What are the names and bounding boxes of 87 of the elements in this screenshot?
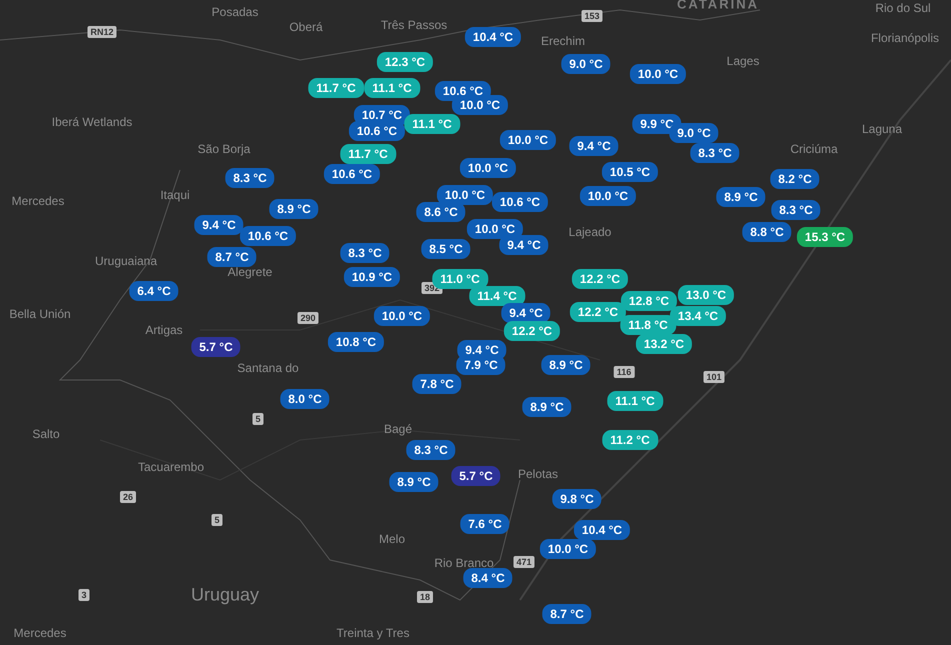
- place-label: Criciúma: [790, 142, 838, 156]
- temperature-marker[interactable]: 10.6 °C: [324, 164, 380, 184]
- place-label: Oberá: [289, 20, 323, 34]
- temperature-marker[interactable]: 8.3 °C: [340, 243, 390, 263]
- temperature-marker[interactable]: 8.9 °C: [389, 472, 439, 492]
- temperature-marker[interactable]: 8.9 °C: [522, 397, 572, 417]
- temperature-marker[interactable]: 8.0 °C: [280, 389, 330, 409]
- temperature-marker[interactable]: 10.9 °C: [344, 267, 400, 287]
- place-label: Mercedes: [12, 194, 64, 208]
- road-shield: RN12: [88, 26, 116, 38]
- temperature-marker[interactable]: 10.0 °C: [436, 185, 494, 205]
- place-label: Itaqui: [160, 188, 190, 202]
- temperature-marker[interactable]: 8.9 °C: [541, 355, 591, 375]
- place-label: Alegrete: [228, 265, 272, 279]
- temperature-marker[interactable]: 8.2 °C: [770, 169, 820, 189]
- temperature-marker[interactable]: 8.3 °C: [771, 200, 821, 220]
- road-shield: 101: [703, 371, 725, 383]
- place-label: Treinta y Tres: [336, 626, 410, 640]
- temperature-marker[interactable]: 7.8 °C: [412, 374, 462, 394]
- place-label: São Borja: [198, 142, 250, 156]
- temperature-marker[interactable]: 10.0 °C: [540, 539, 596, 559]
- road-shield: 290: [297, 312, 319, 324]
- temperature-marker[interactable]: 5.7 °C: [191, 337, 241, 357]
- road-shield: 5: [252, 413, 264, 425]
- temperature-marker[interactable]: 10.4 °C: [464, 27, 522, 47]
- country-label: Uruguay: [190, 584, 260, 606]
- temperature-marker[interactable]: 8.8 °C: [742, 222, 792, 242]
- place-label: Uruguaiana: [94, 254, 158, 268]
- place-label: Bagé: [384, 422, 412, 436]
- place-label: Lajeado: [568, 225, 612, 239]
- place-label: Artigas: [145, 323, 183, 337]
- temperature-marker[interactable]: 9.8 °C: [552, 489, 602, 509]
- road-shield: 5: [212, 514, 222, 526]
- temperature-marker[interactable]: 10.6 °C: [240, 226, 296, 246]
- road-shield: 18: [417, 591, 433, 603]
- temperature-marker[interactable]: 8.3 °C: [406, 440, 456, 460]
- temperature-marker[interactable]: 10.0 °C: [460, 158, 516, 178]
- temperature-marker[interactable]: 10.0 °C: [580, 186, 636, 206]
- road-shield: 116: [614, 366, 634, 378]
- temperature-marker[interactable]: 8.7 °C: [542, 604, 592, 624]
- temperature-marker[interactable]: 8.3 °C: [690, 143, 740, 163]
- place-label: Bella Unión: [9, 307, 71, 321]
- temperature-marker[interactable]: 10.0 °C: [452, 95, 508, 115]
- temperature-marker[interactable]: 5.7 °C: [451, 466, 501, 486]
- temperature-marker[interactable]: 6.4 °C: [129, 281, 179, 301]
- place-label: Pelotas: [518, 467, 558, 481]
- place-label: Tacuarembo: [138, 460, 204, 474]
- temperature-marker[interactable]: 9.4 °C: [569, 136, 619, 156]
- road-shield: 26: [120, 491, 136, 503]
- place-label: Mercedes: [14, 626, 66, 640]
- temperature-marker[interactable]: 10.0 °C: [630, 64, 686, 84]
- place-label: Lages: [726, 54, 760, 68]
- temperature-marker[interactable]: 9.4 °C: [501, 303, 551, 323]
- temperature-marker[interactable]: 10.8 °C: [328, 332, 384, 352]
- place-label: Rio do Sul: [875, 1, 931, 15]
- road-shield: 3: [78, 589, 90, 601]
- road-shield: 471: [513, 556, 535, 568]
- place-label: Iberá Wetlands: [52, 115, 132, 129]
- place-label: Florianópolis: [870, 31, 940, 45]
- temperature-marker[interactable]: 10.6 °C: [492, 192, 548, 212]
- temperature-marker[interactable]: 10.6 °C: [348, 121, 406, 141]
- road-shield: 153: [581, 10, 603, 22]
- place-label: Melo: [379, 532, 405, 546]
- temperature-marker[interactable]: 8.9 °C: [269, 199, 319, 219]
- place-label: Santana do: [237, 361, 299, 375]
- temperature-marker[interactable]: 8.9 °C: [716, 187, 766, 207]
- temperature-marker[interactable]: 9.4 °C: [499, 235, 549, 255]
- temperature-marker[interactable]: 10.0 °C: [466, 219, 524, 239]
- temperature-marker[interactable]: 10.0 °C: [374, 306, 430, 326]
- temperature-marker[interactable]: 8.5 °C: [421, 239, 471, 259]
- temperature-marker[interactable]: 10.0 °C: [500, 130, 556, 150]
- place-label: Rio Branco: [434, 556, 494, 570]
- place-label: Salto: [32, 427, 60, 441]
- place-label: Três Passos: [380, 18, 448, 32]
- place-label: Laguna: [862, 122, 902, 136]
- temperature-marker[interactable]: 9.0 °C: [561, 54, 611, 74]
- temperature-marker[interactable]: 7.6 °C: [460, 514, 510, 534]
- temperature-marker[interactable]: 8.7 °C: [207, 247, 257, 267]
- temperature-marker[interactable]: 8.3 °C: [225, 168, 275, 188]
- place-label: Erechim: [541, 34, 585, 48]
- temperature-marker[interactable]: 10.5 °C: [602, 162, 658, 182]
- temperature-marker[interactable]: 10.4 °C: [574, 520, 630, 540]
- place-label: Posadas: [212, 5, 258, 19]
- temperature-marker[interactable]: 8.6 °C: [416, 202, 466, 222]
- temperature-marker[interactable]: 9.4 °C: [194, 215, 244, 235]
- temperature-marker[interactable]: 8.4 °C: [463, 568, 513, 588]
- temperature-marker[interactable]: 7.9 °C: [456, 355, 506, 375]
